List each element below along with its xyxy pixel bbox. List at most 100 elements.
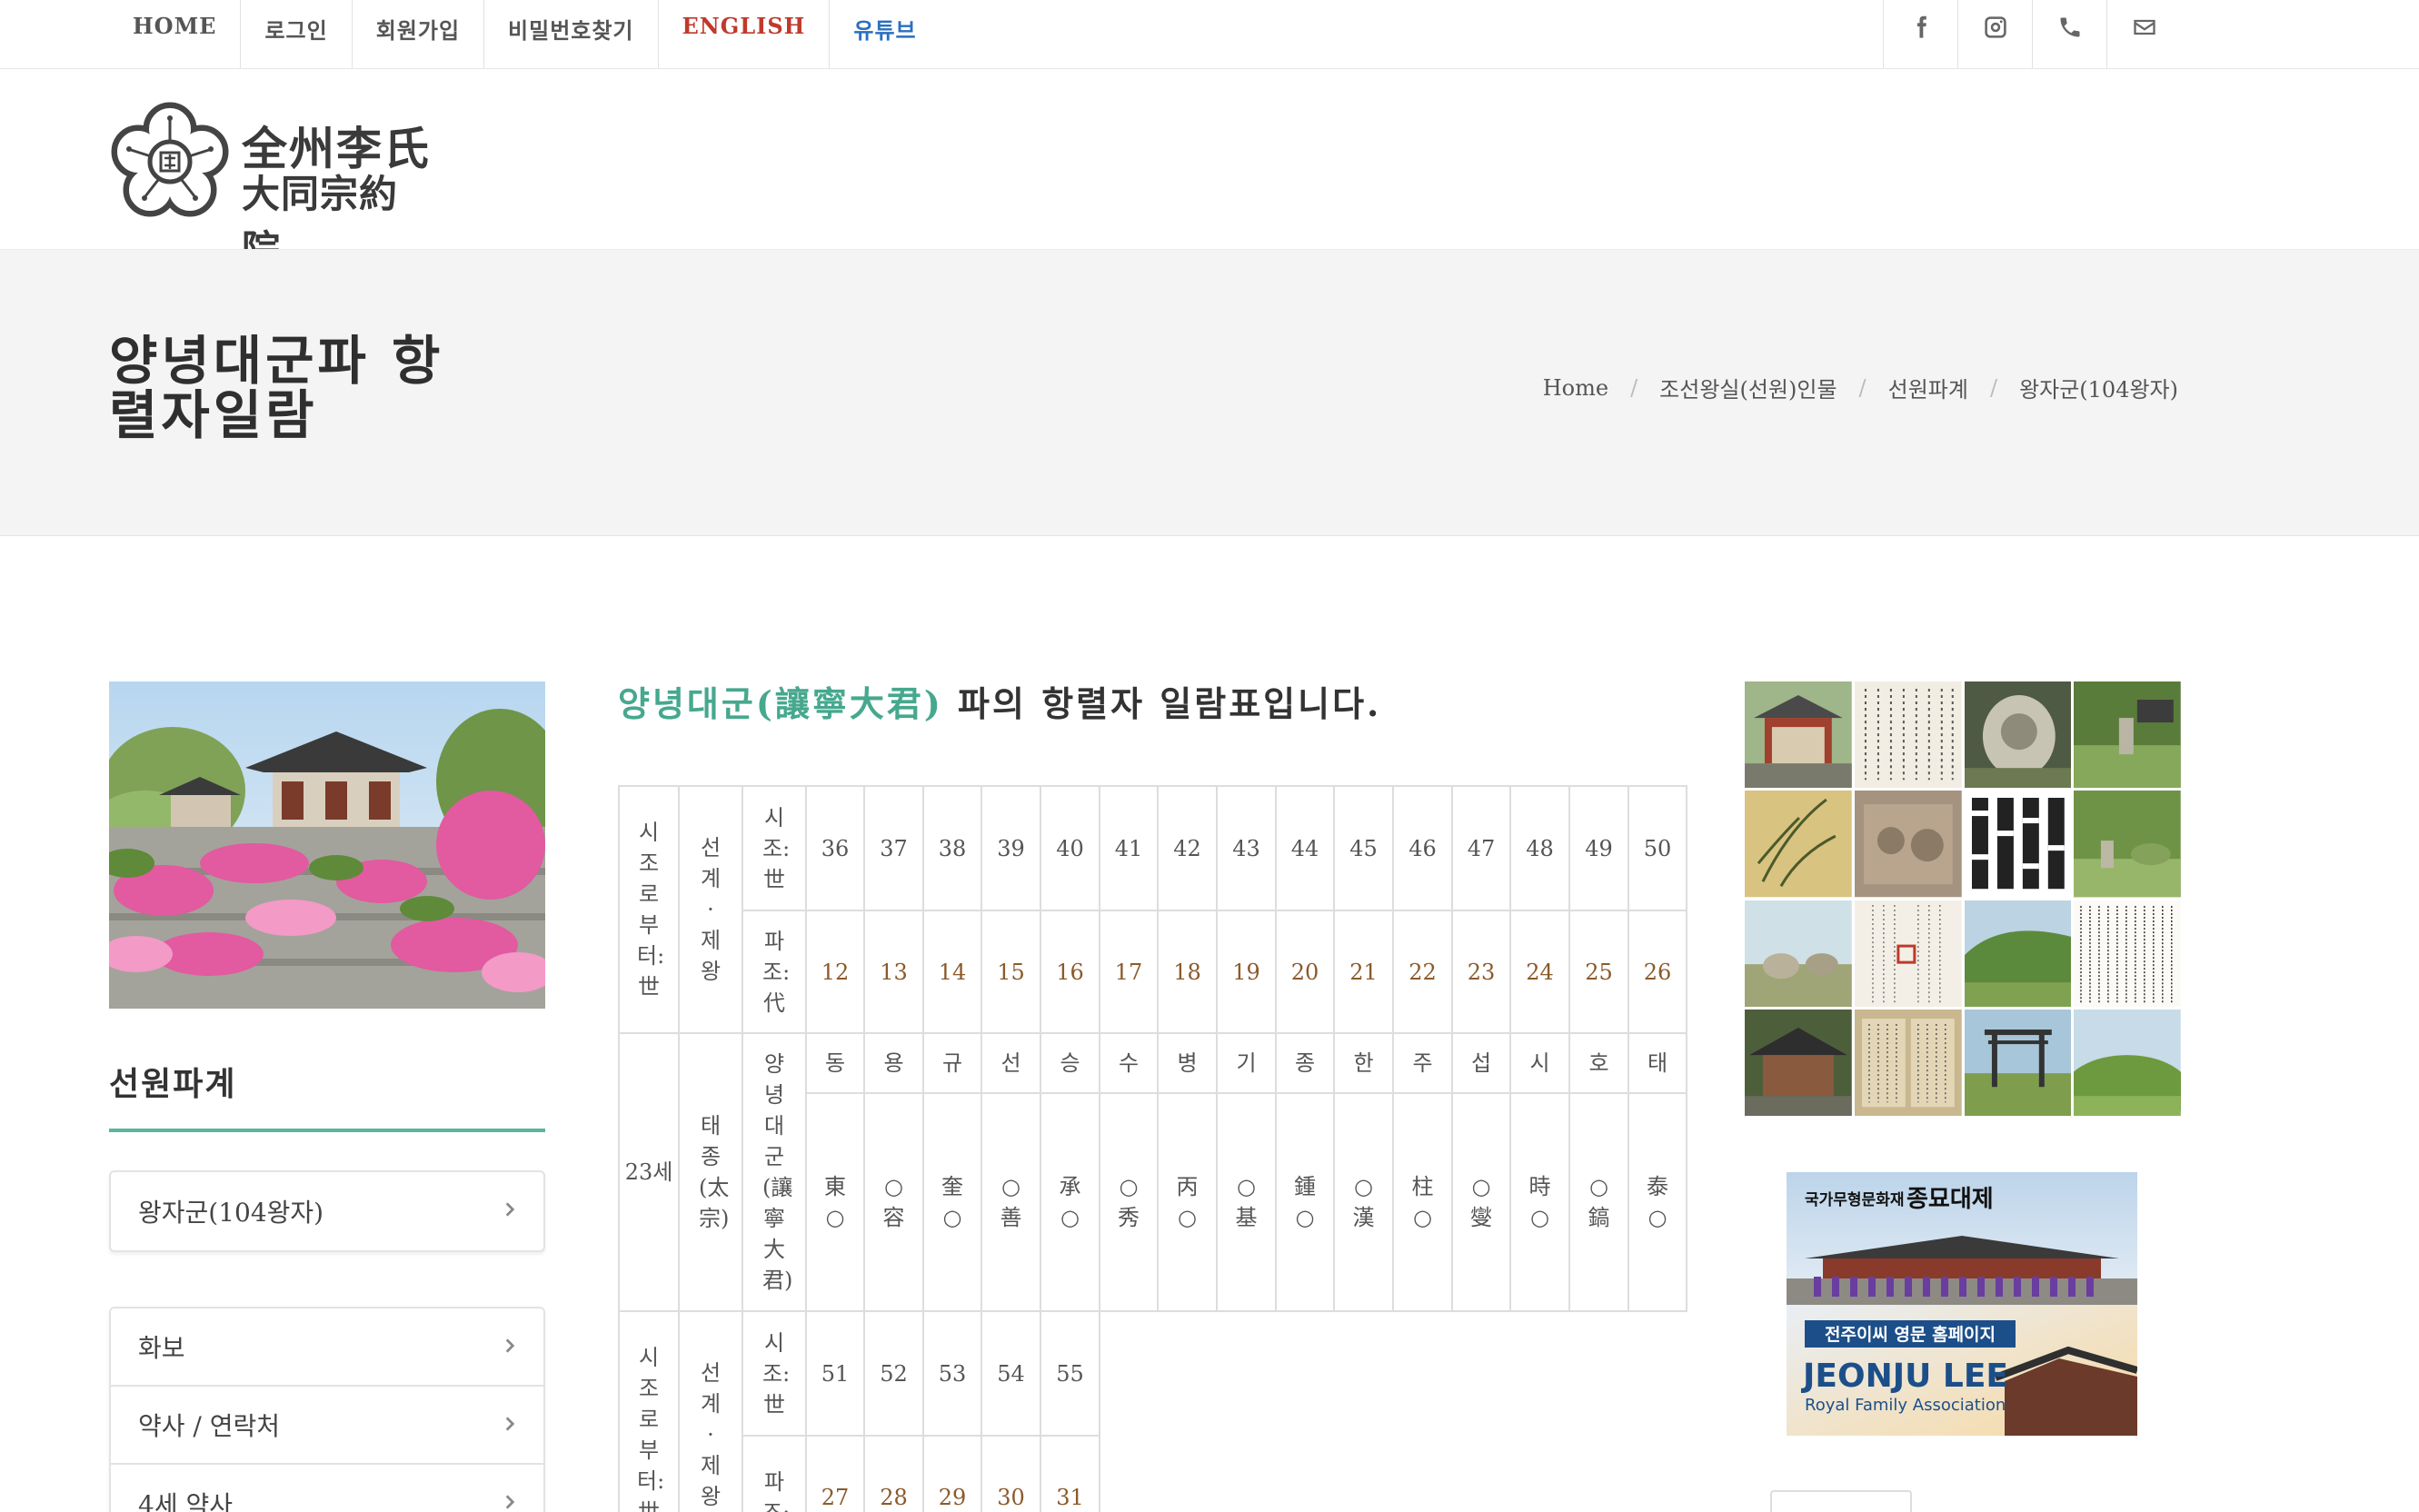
- top-bar: HOME 로그인 회원가입 비밀번호찾기 ENGLISH 유튜브: [0, 0, 2419, 69]
- generation-table: 시조로부터:世 선계·제왕 시조:世 36 37 38 39 40 41 42 43 44 45 4…: [618, 785, 1687, 1312]
- mosaic-photo[interactable]: [1854, 1009, 1962, 1116]
- shrine-photo: [109, 681, 545, 1009]
- mosaic-photo[interactable]: [1745, 1009, 1852, 1116]
- mosaic-photo[interactable]: [1964, 681, 2072, 789]
- hangul-syllable-cell: 동: [805, 1032, 865, 1094]
- sejo-number-cell: 48: [1509, 785, 1570, 911]
- chevron-right-icon: [505, 1202, 515, 1217]
- sejo-number-cell: 47: [1451, 785, 1511, 911]
- header-cell-lineage-king: 선계·제왕: [678, 1310, 743, 1512]
- pajo-number-cell: 21: [1333, 910, 1394, 1034]
- sejo-number-cell: 36: [805, 785, 865, 911]
- pajo-number-cell: 22: [1392, 910, 1453, 1034]
- mosaic-photo[interactable]: [1854, 681, 1962, 789]
- sidebar-heading: 선원파계: [109, 1065, 237, 1103]
- hangul-syllable-cell: 태: [1628, 1032, 1687, 1094]
- hangul-syllable-cell: 승: [1040, 1032, 1100, 1094]
- sejo-number-cell: 44: [1275, 785, 1335, 911]
- hangul-syllable-cell: 선: [981, 1032, 1041, 1094]
- site-logo[interactable]: 全州李氏 大同宗約院: [107, 100, 434, 272]
- hanja-cell: 東○: [805, 1092, 865, 1312]
- partial-widget: [1770, 1490, 1912, 1512]
- mosaic-photo[interactable]: [1964, 900, 2072, 1007]
- sejo-number-cell: 43: [1216, 785, 1277, 911]
- sidebar-item-history-contact[interactable]: 약사 / 연락처: [111, 1387, 543, 1465]
- hanja-cell: ○漢: [1333, 1092, 1394, 1312]
- mosaic-photo[interactable]: [2074, 791, 2181, 898]
- breadcrumb-lineage[interactable]: 선원파계: [1888, 372, 1968, 403]
- sidebar-item-label: 4세 약사: [138, 1490, 233, 1512]
- hanja-cell: ○容: [863, 1092, 924, 1312]
- mail-icon[interactable]: [2106, 0, 2181, 68]
- header-cell-from-founder: 시조로부터:世: [618, 785, 680, 1034]
- mosaic-photo[interactable]: [1964, 791, 2072, 898]
- sejo-number-cell: 37: [863, 785, 924, 911]
- sejo-number-cell: 52: [863, 1310, 924, 1437]
- sidebar-item-princes[interactable]: 왕자군(104왕자): [111, 1172, 543, 1250]
- banner-mid: 전주이씨 영문 홈페이지: [1825, 1324, 1996, 1345]
- sejo-number-cell: 45: [1333, 785, 1394, 911]
- sidebar-item-gallery[interactable]: 화보: [111, 1308, 543, 1387]
- king-cell: 태종(太宗): [678, 1032, 743, 1312]
- mosaic-photo[interactable]: [1964, 1009, 2072, 1116]
- sejo-number-cell: 39: [981, 785, 1041, 911]
- top-nav: HOME 로그인 회원가입 비밀번호찾기 ENGLISH 유튜브: [109, 0, 941, 68]
- mosaic-photo[interactable]: [1745, 791, 1852, 898]
- hanja-cell: ○秀: [1099, 1092, 1159, 1312]
- pajo-number-cell: 20: [1275, 910, 1335, 1034]
- pajo-number-cell: 25: [1568, 910, 1629, 1034]
- sidebar-item-4th-gen-history[interactable]: 4세 약사: [111, 1465, 543, 1512]
- nav-english[interactable]: ENGLISH: [659, 0, 831, 68]
- sidebar-item-label: 약사 / 연락처: [138, 1411, 281, 1441]
- nav-youtube[interactable]: 유튜브: [830, 0, 940, 68]
- nav-find-password[interactable]: 비밀번호찾기: [484, 0, 659, 68]
- hangul-syllable-cell: 병: [1157, 1032, 1218, 1094]
- chevron-right-icon: [505, 1417, 515, 1431]
- breadcrumb-royal-figures[interactable]: 조선왕실(선원)인물: [1659, 372, 1837, 403]
- mosaic-photo[interactable]: [1745, 681, 1852, 789]
- banner-sub: Royal Family Association: [1805, 1396, 2006, 1415]
- banner-top-big: 종묘대제: [1906, 1186, 1994, 1213]
- breadcrumb-current[interactable]: 왕자군(104왕자): [2019, 372, 2178, 403]
- sejo-number-cell: 46: [1392, 785, 1453, 911]
- pajo-number-cell: 27: [805, 1435, 865, 1512]
- phone-icon[interactable]: [2032, 0, 2106, 68]
- nav-home[interactable]: HOME: [109, 0, 242, 68]
- sejo-number-cell: 54: [981, 1310, 1041, 1437]
- pajo-number-cell: 18: [1157, 910, 1218, 1034]
- sejo-number-cell: 55: [1040, 1310, 1100, 1437]
- hangul-syllable-cell: 시: [1509, 1032, 1570, 1094]
- header-cell-lineage-king: 선계·제왕: [678, 785, 743, 1034]
- jongmyo-banner-graphic: 국가무형문화재 종묘대제 전주이씨 영문 홈페이지 JEONJU LEE Roy…: [1787, 1172, 2137, 1436]
- hangul-syllable-cell: 용: [863, 1032, 924, 1094]
- sejo-number-cell: 41: [1099, 785, 1159, 911]
- mosaic-photo[interactable]: [2074, 681, 2181, 789]
- pajo-number-cell: 12: [805, 910, 865, 1034]
- mosaic-photo[interactable]: [2074, 900, 2181, 1007]
- hangul-syllable-cell: 기: [1216, 1032, 1277, 1094]
- banner-top-small: 국가무형문화재: [1805, 1190, 1904, 1209]
- sejo-number-cell: 38: [922, 785, 982, 911]
- mosaic-photo[interactable]: [2074, 1009, 2181, 1116]
- hanja-cell: ○鎬: [1568, 1092, 1629, 1312]
- hangul-syllable-cell: 섭: [1451, 1032, 1511, 1094]
- nav-signup[interactable]: 회원가입: [353, 0, 485, 68]
- page-title-band: 양녕대군파 항렬자일람 Home / 조선왕실(선원)인물 / 선원파계 / 왕…: [0, 249, 2419, 536]
- sejo-number-cell: 49: [1568, 785, 1629, 911]
- page-title: 양녕대군파 항렬자일람: [109, 330, 444, 446]
- nav-login[interactable]: 로그인: [241, 0, 353, 68]
- sejo-number-cell: 53: [922, 1310, 982, 1437]
- mosaic-photo[interactable]: [1745, 900, 1852, 1007]
- breadcrumb-home[interactable]: Home: [1543, 375, 1608, 401]
- plum-blossom-emblem-icon: [111, 102, 229, 217]
- instagram-icon[interactable]: [1957, 0, 2032, 68]
- mosaic-photo[interactable]: [1854, 900, 1962, 1007]
- pajo-number-cell: 29: [922, 1435, 982, 1512]
- promo-banner[interactable]: 국가무형문화재 종묘대제 전주이씨 영문 홈페이지 JEONJU LEE Roy…: [1787, 1172, 2137, 1436]
- facebook-icon[interactable]: [1883, 0, 1957, 68]
- pajo-number-cell: 19: [1216, 910, 1277, 1034]
- hangul-syllable-cell: 주: [1392, 1032, 1453, 1094]
- hanja-cell: 時○: [1509, 1092, 1570, 1312]
- photo-mosaic: [1745, 681, 2181, 1116]
- mosaic-photo[interactable]: [1854, 791, 1962, 898]
